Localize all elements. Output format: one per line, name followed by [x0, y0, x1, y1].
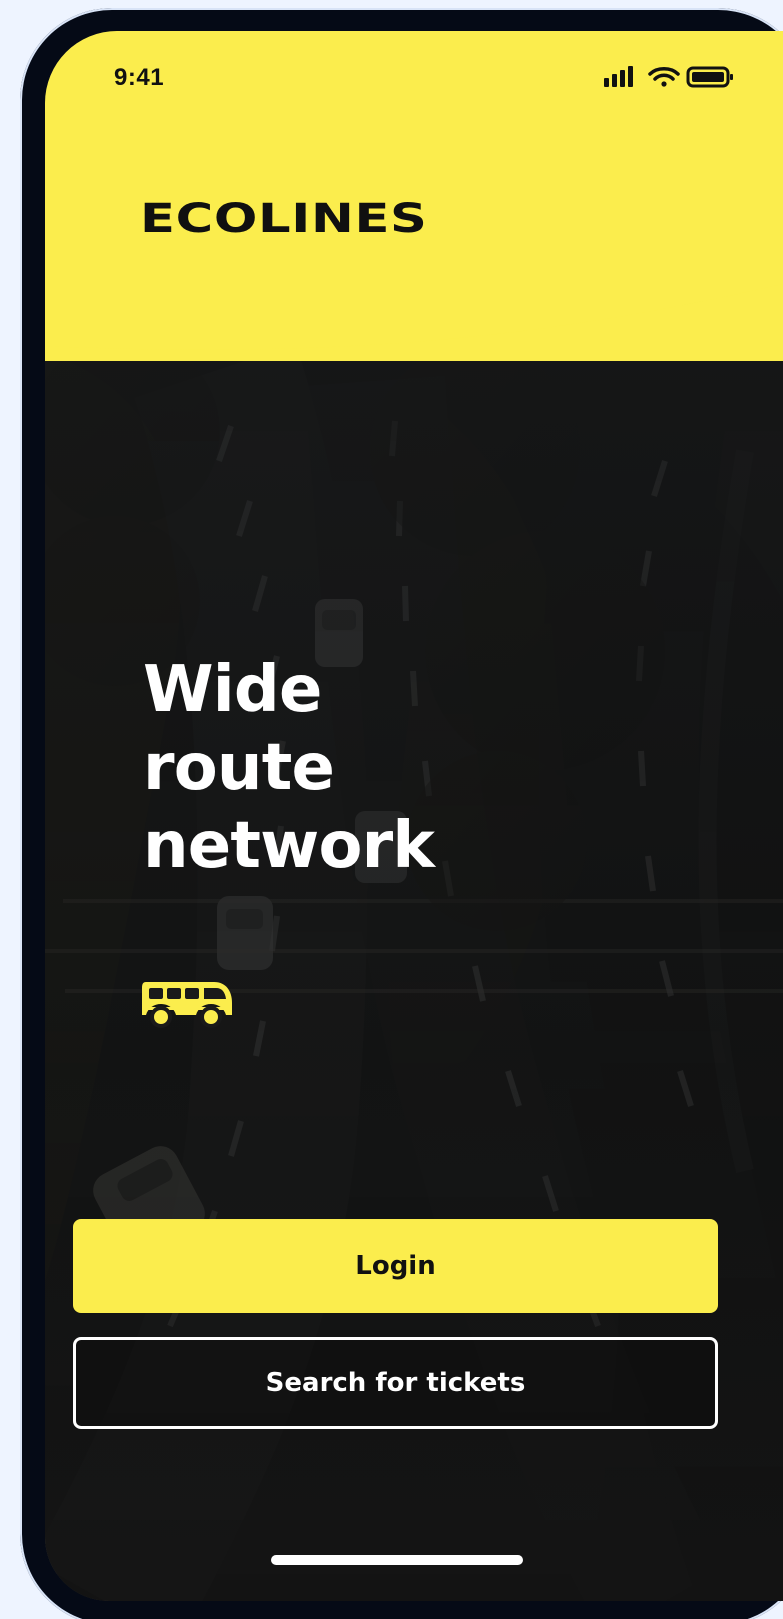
- bus-icon: [142, 982, 232, 1028]
- status-bar-icons: [604, 66, 733, 88]
- search-tickets-button[interactable]: Search for tickets: [73, 1337, 718, 1429]
- home-indicator: [271, 1555, 523, 1565]
- login-button[interactable]: Login: [73, 1219, 718, 1313]
- headline-line-3: network: [143, 809, 435, 883]
- status-time: 9:41: [114, 64, 165, 91]
- ecolines-logo: ECOLINES: [140, 196, 428, 242]
- battery-icon: [686, 66, 733, 88]
- wifi-icon: [648, 67, 680, 87]
- page: 9:41 ECOLINES Wide route network Login S…: [0, 0, 783, 1619]
- hero-headline: Wide route network: [143, 651, 435, 885]
- cellular-signal-icon: [604, 66, 633, 87]
- headline-line-2: route: [143, 731, 335, 805]
- headline-line-1: Wide: [143, 653, 322, 727]
- app-screen: 9:41 ECOLINES Wide route network Login S…: [45, 31, 783, 1601]
